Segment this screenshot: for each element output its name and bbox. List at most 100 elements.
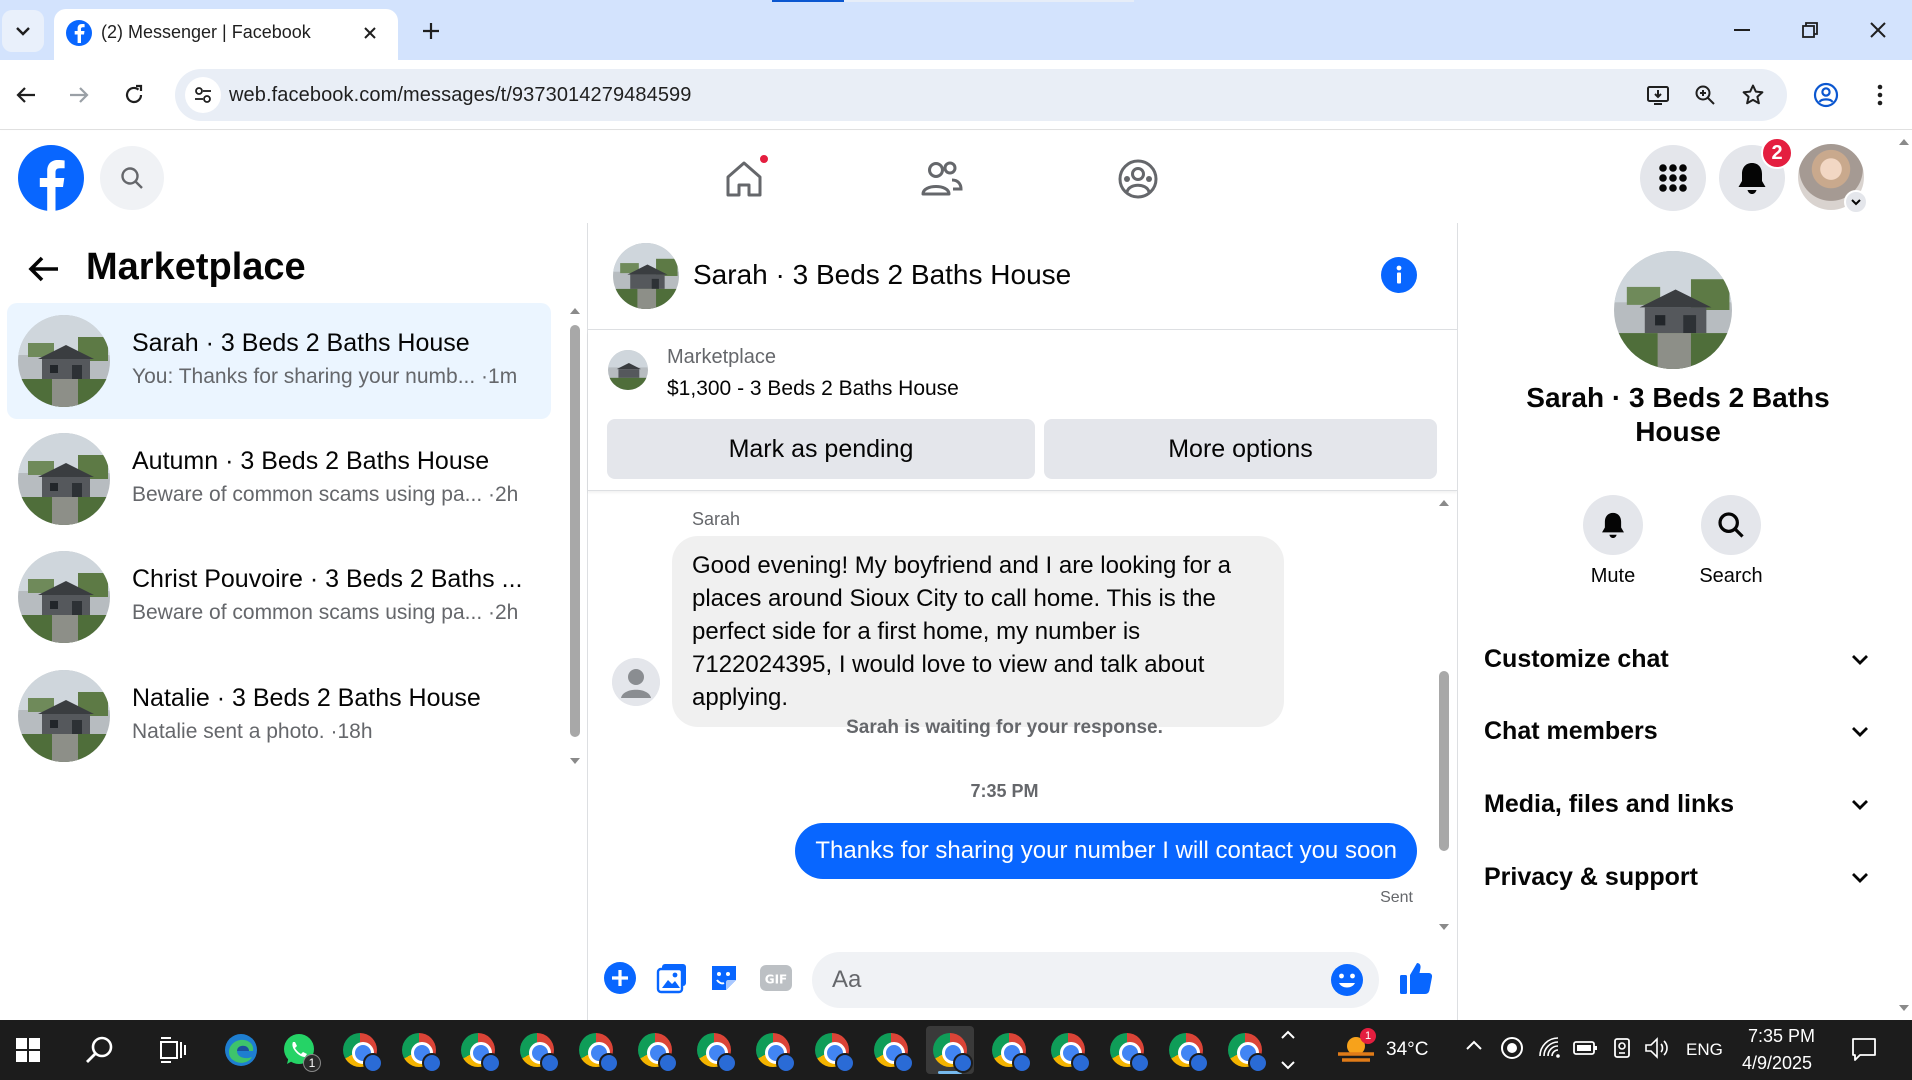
incoming-message-bubble[interactable]: Good evening! My boyfriend and I are loo… bbox=[672, 536, 1284, 727]
bell-icon[interactable] bbox=[1583, 495, 1643, 555]
browser-tab-messenger[interactable]: (2) Messenger | Facebook bbox=[54, 9, 398, 60]
taskbar-search-button[interactable] bbox=[76, 1026, 124, 1074]
chrome-app-icon[interactable] bbox=[867, 1026, 915, 1074]
facebook-search-button[interactable] bbox=[100, 146, 164, 210]
chat-list-item[interactable]: Natalie · 3 Beds 2 Baths House Natalie s… bbox=[7, 658, 551, 774]
show-hidden-icons-icon[interactable] bbox=[1464, 1038, 1484, 1052]
chrome-app-icon[interactable] bbox=[1044, 1026, 1092, 1074]
listing-price-title[interactable]: $1,300 - 3 Beds 2 Baths House bbox=[667, 377, 959, 401]
groups-nav-button[interactable] bbox=[1108, 149, 1168, 209]
message-input[interactable]: Aa bbox=[812, 952, 1379, 1008]
camera-privacy-icon[interactable] bbox=[1610, 1036, 1634, 1060]
weather-temperature[interactable]: 34°C bbox=[1386, 1039, 1428, 1061]
wifi-icon[interactable] bbox=[1538, 1036, 1562, 1060]
details-avatar[interactable] bbox=[1614, 251, 1732, 369]
language-indicator[interactable]: ENG bbox=[1686, 1040, 1723, 1060]
minimize-button[interactable] bbox=[1718, 10, 1766, 50]
battery-icon[interactable] bbox=[1572, 1038, 1600, 1058]
search-icon[interactable] bbox=[1701, 495, 1761, 555]
chrome-app-icon[interactable] bbox=[1221, 1026, 1269, 1074]
chrome-app-icon[interactable] bbox=[808, 1026, 856, 1074]
more-options-button[interactable]: More options bbox=[1044, 419, 1437, 479]
address-bar[interactable]: web.facebook.com/messages/t/937301427948… bbox=[175, 69, 1787, 121]
whatsapp-app-icon[interactable]: 1 bbox=[275, 1026, 323, 1074]
chrome-app-icon[interactable] bbox=[985, 1026, 1033, 1074]
chat-list-item[interactable]: Sarah · 3 Beds 2 Baths House You: Thanks… bbox=[7, 303, 551, 419]
clock-date[interactable]: 4/9/2025 bbox=[1742, 1053, 1812, 1074]
mute-action[interactable]: Mute bbox=[1563, 495, 1663, 588]
chrome-app-icon[interactable] bbox=[631, 1026, 679, 1074]
scroll-up-arrow-icon[interactable] bbox=[568, 305, 582, 317]
back-button[interactable] bbox=[4, 73, 48, 117]
scrollbar-thumb[interactable] bbox=[1439, 671, 1449, 851]
chrome-app-icon[interactable] bbox=[690, 1026, 738, 1074]
chrome-app-icon[interactable] bbox=[1103, 1026, 1151, 1074]
emoji-icon[interactable] bbox=[1329, 962, 1365, 998]
chrome-app-icon[interactable] bbox=[336, 1026, 384, 1074]
weather-icon[interactable]: 1 bbox=[1336, 1028, 1376, 1068]
chrome-app-icon[interactable] bbox=[749, 1026, 797, 1074]
edge-app-icon[interactable] bbox=[217, 1026, 265, 1074]
mark-as-pending-button[interactable]: Mark as pending bbox=[607, 419, 1035, 479]
notifications-button[interactable]: 2 bbox=[1719, 137, 1793, 211]
privacy-support-section[interactable]: Privacy & support bbox=[1484, 849, 1874, 905]
bookmark-star-icon[interactable] bbox=[1737, 79, 1769, 111]
photo-icon[interactable] bbox=[652, 958, 692, 998]
task-view-button[interactable] bbox=[148, 1026, 196, 1074]
volume-icon[interactable] bbox=[1644, 1036, 1670, 1060]
chrome-app-icon[interactable] bbox=[572, 1026, 620, 1074]
chrome-app-icon[interactable] bbox=[395, 1026, 443, 1074]
site-info-icon[interactable] bbox=[185, 77, 221, 113]
restore-button[interactable] bbox=[1786, 10, 1834, 50]
install-app-icon[interactable] bbox=[1642, 79, 1674, 111]
scroll-down-arrow-icon[interactable] bbox=[1898, 1003, 1910, 1013]
friends-nav-button[interactable] bbox=[912, 149, 972, 209]
sticker-icon[interactable] bbox=[704, 958, 744, 998]
sender-avatar[interactable] bbox=[612, 658, 660, 706]
home-nav-button[interactable] bbox=[714, 149, 774, 209]
close-window-button[interactable] bbox=[1854, 10, 1902, 50]
notification-center-icon[interactable] bbox=[1850, 1036, 1878, 1062]
chrome-app-icon[interactable] bbox=[1162, 1026, 1210, 1074]
thumbs-up-icon[interactable] bbox=[1396, 958, 1436, 998]
outgoing-message-bubble[interactable]: Thanks for sharing your number I will co… bbox=[795, 823, 1417, 879]
back-arrow-button[interactable] bbox=[22, 247, 66, 291]
chat-list-scrollbar[interactable] bbox=[568, 305, 582, 995]
scrollbar-thumb[interactable] bbox=[570, 325, 580, 737]
url-text[interactable]: web.facebook.com/messages/t/937301427948… bbox=[229, 84, 692, 107]
info-icon[interactable] bbox=[1381, 257, 1417, 293]
close-tab-icon[interactable] bbox=[356, 19, 384, 47]
conversation-avatar[interactable] bbox=[613, 243, 679, 309]
reload-button[interactable] bbox=[112, 73, 156, 117]
scroll-down-arrow-icon[interactable] bbox=[1437, 921, 1451, 933]
forward-button[interactable] bbox=[57, 73, 101, 117]
scroll-up-arrow-icon[interactable] bbox=[1437, 497, 1451, 509]
conversation-title[interactable]: Sarah · 3 Beds 2 Baths House bbox=[693, 259, 1071, 291]
chat-list-item[interactable]: Autumn · 3 Beds 2 Baths House Beware of … bbox=[7, 421, 551, 537]
scroll-down-arrow-icon[interactable] bbox=[568, 755, 582, 767]
page-scrollbar[interactable] bbox=[1896, 131, 1912, 1020]
record-icon[interactable] bbox=[1500, 1036, 1524, 1060]
listing-thumbnail[interactable] bbox=[608, 350, 648, 390]
gif-icon[interactable]: GIF bbox=[756, 958, 796, 998]
browser-menu-button[interactable] bbox=[1858, 73, 1902, 117]
chrome-app-icon[interactable] bbox=[513, 1026, 561, 1074]
tab-search-button[interactable] bbox=[2, 10, 44, 52]
account-avatar[interactable] bbox=[1798, 144, 1868, 214]
scroll-up-arrow-icon[interactable] bbox=[1898, 137, 1910, 147]
chat-members-section[interactable]: Chat members bbox=[1484, 703, 1874, 759]
start-button[interactable] bbox=[4, 1026, 52, 1074]
new-tab-button[interactable] bbox=[414, 14, 448, 48]
chrome-app-icon[interactable] bbox=[454, 1026, 502, 1074]
search-action[interactable]: Search bbox=[1681, 495, 1781, 588]
menu-grid-button[interactable] bbox=[1640, 145, 1706, 211]
chat-list-item[interactable]: Christ Pouvoire · 3 Beds 2 Baths ... Bew… bbox=[7, 539, 551, 655]
media-files-links-section[interactable]: Media, files and links bbox=[1484, 776, 1874, 832]
customize-chat-section[interactable]: Customize chat bbox=[1484, 631, 1874, 687]
clock-time[interactable]: 7:35 PM bbox=[1748, 1026, 1815, 1047]
plus-circle-icon[interactable] bbox=[600, 958, 640, 998]
chrome-app-icon-active[interactable] bbox=[926, 1026, 974, 1074]
taskbar-overflow-scroller[interactable] bbox=[1278, 1024, 1298, 1076]
profile-button[interactable] bbox=[1804, 73, 1848, 117]
facebook-logo-icon[interactable] bbox=[18, 145, 84, 211]
